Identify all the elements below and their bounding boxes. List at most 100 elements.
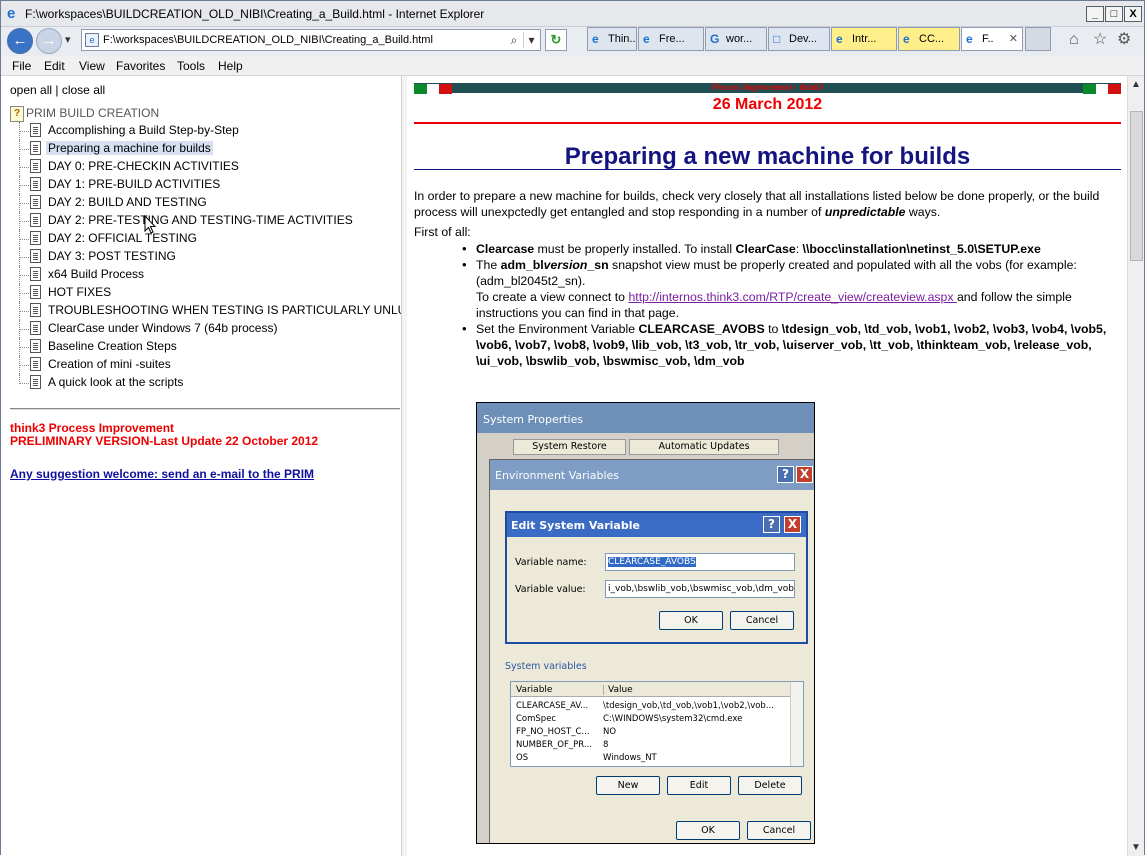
first-of-all: First of all: <box>414 225 471 239</box>
banner-text: Process Improvement - think3 <box>711 82 824 92</box>
close-button[interactable]: X <box>1124 6 1142 22</box>
italian-flag-right <box>1083 83 1121 94</box>
tree-item[interactable]: x64 Build Process <box>16 266 401 284</box>
address-bar: e ⌕ ▾ <box>81 29 541 51</box>
tree-item[interactable]: ClearCase under Windows 7 (64b process) <box>16 320 401 338</box>
minimize-button[interactable]: _ <box>1086 6 1104 22</box>
address-dropdown-icon[interactable]: ▾ <box>523 32 539 48</box>
back-button[interactable]: ← <box>7 28 33 54</box>
document-icon <box>30 141 41 155</box>
browser-tab[interactable]: e Thin... <box>587 27 637 51</box>
system-variables-label: System variables <box>505 661 587 672</box>
menu-view[interactable]: View <box>79 59 105 73</box>
open-all-link[interactable]: open all <box>10 83 52 97</box>
browser-tab[interactable]: □ Dev... <box>768 27 830 51</box>
suggestion-link[interactable]: Any suggestion welcome: send an e-mail t… <box>10 467 314 481</box>
browser-tab[interactable]: Gwor... <box>705 27 767 51</box>
document-icon <box>30 123 41 137</box>
scroll-up-icon[interactable]: ▲ <box>1128 76 1144 93</box>
tab-close-icon[interactable]: ✕ <box>1009 32 1018 45</box>
edit-system-variable-title: Edit System Variable <box>507 513 806 537</box>
menu-bar: File Edit View Favorites Tools Help <box>1 56 1144 76</box>
browser-tab[interactable]: e F.. ✕ <box>961 27 1023 51</box>
tree-item[interactable]: Baseline Creation Steps <box>16 338 401 356</box>
row-value: \tdesign_vob,\td_vob,\vob1,\vob2,\vob... <box>603 701 774 711</box>
tree-item-label: Creation of mini -suites <box>48 357 171 371</box>
address-input[interactable] <box>103 32 498 48</box>
tree-item[interactable]: HOT FIXES <box>16 284 401 302</box>
tab-favicon-icon: e <box>592 32 599 46</box>
history-dropdown-icon[interactable]: ▾ <box>65 33 71 46</box>
tree-item-label: DAY 0: PRE-CHECKIN ACTIVITIES <box>48 159 239 173</box>
row-variable: CLEARCASE_AV... <box>516 701 589 711</box>
row-value: Windows_NT <box>603 753 657 763</box>
tree-item[interactable]: DAY 2: PRE-TESTING AND TESTING-TIME ACTI… <box>16 212 401 230</box>
ok-button: OK <box>659 611 723 630</box>
tab-favicon-icon: e <box>903 32 910 46</box>
menu-tools[interactable]: Tools <box>177 59 205 73</box>
tree-item-label: DAY 2: OFFICIAL TESTING <box>48 231 197 245</box>
env-variable-screenshot: System Properties System Restore Automat… <box>476 402 815 844</box>
tree-item[interactable]: Preparing a machine for builds <box>16 140 401 158</box>
scroll-down-icon[interactable]: ▼ <box>1128 839 1144 856</box>
home-icon[interactable]: ⌂ <box>1069 32 1079 48</box>
menu-file[interactable]: File <box>12 59 31 73</box>
help-book-icon: ? <box>10 106 24 122</box>
col-variable: Variable <box>516 685 553 695</box>
forward-button[interactable]: → <box>36 28 62 54</box>
document-icon <box>30 195 41 209</box>
refresh-icon[interactable]: ↻ <box>545 29 567 51</box>
tree-item-label: A quick look at the scripts <box>48 375 184 389</box>
header-banner: Process Improvement - think3 <box>414 82 1121 94</box>
help-icon: ? <box>763 516 780 533</box>
search-icon[interactable]: ⌕ <box>506 32 522 48</box>
vertical-scrollbar[interactable]: ▲ ▼ <box>1127 76 1144 856</box>
document-icon <box>30 267 41 281</box>
tools-gear-icon[interactable]: ⚙ <box>1117 32 1131 48</box>
document-icon <box>30 213 41 227</box>
favorites-star-icon[interactable]: ☆ <box>1093 32 1107 48</box>
tree-item[interactable]: DAY 3: POST TESTING <box>16 248 401 266</box>
document-icon <box>30 177 41 191</box>
tree-item[interactable]: Accomplishing a Build Step-by-Step <box>16 122 401 140</box>
navigation-bar: ← → ▾ e ⌕ ▾ ↻ e Thin... e Fre... Gwor... □ Dev… <box>1 27 1144 56</box>
tree-root[interactable]: ? PRIM BUILD CREATION <box>10 106 159 122</box>
tree-item[interactable]: DAY 0: PRE-CHECKIN ACTIVITIES <box>16 158 401 176</box>
cancel-button: Cancel <box>747 821 811 840</box>
open-close-links: open all | close all <box>10 83 105 97</box>
browser-tab[interactable]: e CC... <box>898 27 960 51</box>
create-view-link[interactable]: http://internos.think3.com/RTP/create_vi… <box>628 290 957 304</box>
list-row: NUMBER_OF_PR... 8 <box>511 739 791 752</box>
help-icon: ? <box>777 466 794 483</box>
red-rule <box>414 122 1121 124</box>
restore-button[interactable]: □ <box>1105 6 1123 22</box>
menu-edit[interactable]: Edit <box>44 59 65 73</box>
close-icon: X <box>784 516 801 533</box>
menu-favorites[interactable]: Favorites <box>116 59 165 73</box>
new-tab-button[interactable] <box>1025 27 1051 51</box>
tree-item[interactable]: A quick look at the scripts <box>16 374 401 392</box>
ie-logo-icon: e <box>7 5 16 22</box>
tree-item[interactable]: DAY 2: OFFICIAL TESTING <box>16 230 401 248</box>
title-bar: e F:\workspaces\BUILDCREATION_OLD_NIBI\C… <box>1 1 1144 27</box>
edit-button: Edit <box>667 776 731 795</box>
tree-item-label: HOT FIXES <box>48 285 112 299</box>
browser-tab[interactable]: e Intr... <box>831 27 897 51</box>
browser-tab[interactable]: e Fre... <box>638 27 704 51</box>
close-all-link[interactable]: close all <box>62 83 105 97</box>
tree-item[interactable]: DAY 1: PRE-BUILD ACTIVITIES <box>16 176 401 194</box>
tree-item-label: DAY 3: POST TESTING <box>48 249 176 263</box>
menu-help[interactable]: Help <box>218 59 243 73</box>
tree-item[interactable]: DAY 2: BUILD AND TESTING <box>16 194 401 212</box>
mouse-cursor-icon <box>144 215 157 234</box>
row-value: C:\WINDOWS\system32\cmd.exe <box>603 714 743 724</box>
intro-paragraph: In order to prepare a new machine for bu… <box>414 189 1100 219</box>
document-icon <box>30 231 41 245</box>
footer-version: PRELIMINARY VERSION-Last Update 22 Octob… <box>10 434 319 448</box>
row-value: NO <box>603 727 617 737</box>
tree-item[interactable]: Creation of mini -suites <box>16 356 401 374</box>
document-icon <box>30 339 41 353</box>
scroll-thumb[interactable] <box>1130 111 1143 261</box>
tree-item[interactable]: TROUBLESHOOTING WHEN TESTING IS PARTICUL… <box>16 302 401 320</box>
variable-value-label: Variable value: <box>515 584 586 595</box>
